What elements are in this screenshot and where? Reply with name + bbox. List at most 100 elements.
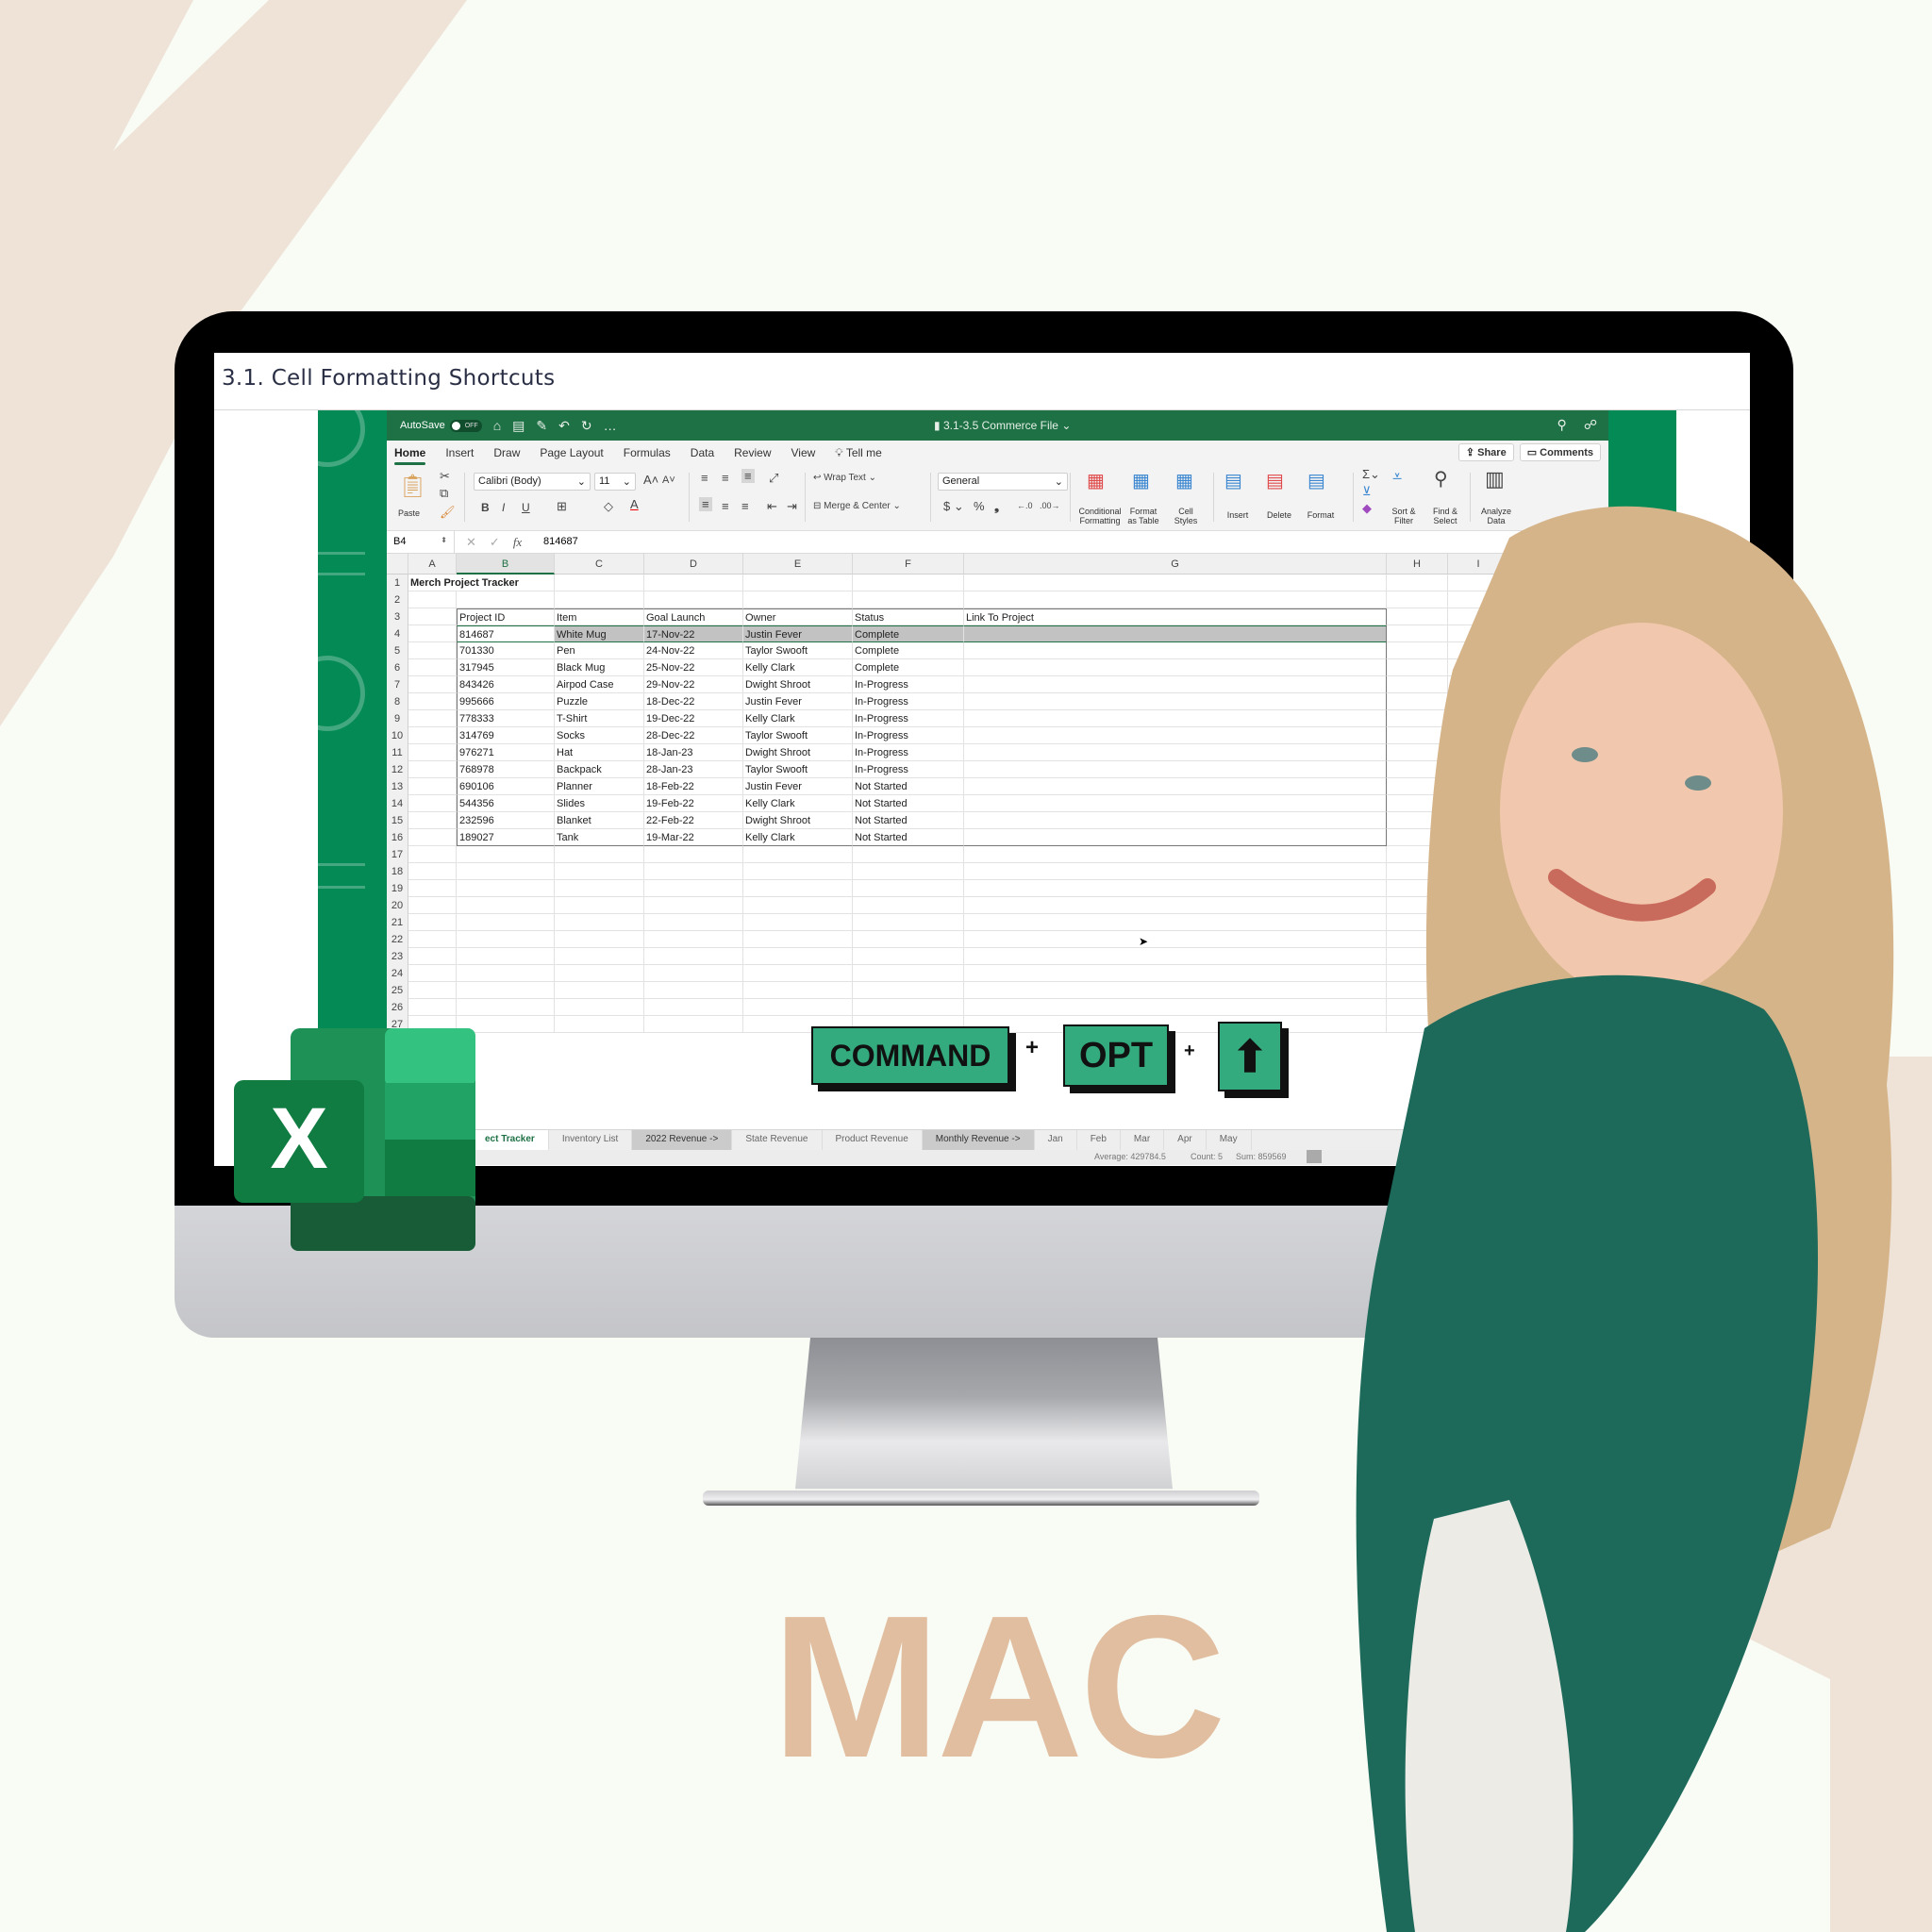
- cell[interactable]: 317945: [457, 659, 555, 676]
- fill-icon[interactable]: ⊻: [1362, 484, 1372, 499]
- cell[interactable]: [408, 625, 457, 642]
- comments-button[interactable]: ▭ Comments: [1519, 443, 1601, 461]
- row-header[interactable]: 22: [387, 931, 408, 948]
- cell[interactable]: 701330: [457, 642, 555, 659]
- increase-font-icon[interactable]: A˄: [643, 473, 658, 487]
- cell[interactable]: Taylor Swooft: [743, 761, 853, 778]
- borders-icon[interactable]: ⊞: [557, 499, 567, 514]
- comma-icon[interactable]: ❟: [994, 499, 999, 514]
- cell[interactable]: [644, 931, 743, 948]
- align-middle-icon[interactable]: ≡: [722, 471, 729, 485]
- increase-indent-icon[interactable]: ⇥: [787, 499, 797, 514]
- cell[interactable]: [644, 948, 743, 965]
- cell[interactable]: [408, 931, 457, 948]
- cell[interactable]: [457, 914, 555, 931]
- row-header[interactable]: 6: [387, 659, 408, 676]
- cell[interactable]: [408, 999, 457, 1016]
- format-painter-icon[interactable]: 🖌︎: [440, 505, 456, 520]
- cell[interactable]: T-Shirt: [555, 710, 644, 727]
- font-color-icon[interactable]: A: [630, 497, 639, 511]
- cell[interactable]: [457, 846, 555, 863]
- cell[interactable]: Black Mug: [555, 659, 644, 676]
- cell[interactable]: 544356: [457, 795, 555, 812]
- table-header[interactable]: Goal Launch: [644, 608, 743, 625]
- cell[interactable]: [457, 965, 555, 982]
- save-icon[interactable]: ▤: [512, 418, 525, 434]
- redo-icon[interactable]: ↻: [581, 418, 592, 434]
- cell[interactable]: Kelly Clark: [743, 795, 853, 812]
- cell[interactable]: [853, 982, 964, 999]
- align-right-icon[interactable]: ≡: [741, 499, 749, 513]
- cell[interactable]: [555, 863, 644, 880]
- select-all-corner[interactable]: [387, 554, 408, 575]
- cell[interactable]: [408, 948, 457, 965]
- cell[interactable]: Complete: [853, 642, 964, 659]
- cell[interactable]: In-Progress: [853, 693, 964, 710]
- cell[interactable]: [457, 897, 555, 914]
- cell[interactable]: [408, 710, 457, 727]
- enter-icon[interactable]: ✓: [490, 535, 500, 550]
- cell[interactable]: [555, 897, 644, 914]
- cell[interactable]: [408, 914, 457, 931]
- cell[interactable]: [743, 931, 853, 948]
- cell[interactable]: [408, 829, 457, 846]
- cell[interactable]: [457, 863, 555, 880]
- cell[interactable]: [555, 575, 644, 591]
- cell[interactable]: 843426: [457, 676, 555, 693]
- cell[interactable]: 189027: [457, 829, 555, 846]
- font-name-select[interactable]: Calibri (Body) ⌄: [474, 473, 591, 491]
- cell[interactable]: Justin Fever: [743, 693, 853, 710]
- cancel-icon[interactable]: ✕: [466, 535, 476, 550]
- tab-review[interactable]: Review: [734, 446, 771, 459]
- cell[interactable]: Slides: [555, 795, 644, 812]
- cell[interactable]: Backpack: [555, 761, 644, 778]
- cell[interactable]: [743, 880, 853, 897]
- cell[interactable]: [408, 812, 457, 829]
- cell[interactable]: 29-Nov-22: [644, 676, 743, 693]
- cell[interactable]: [853, 591, 964, 608]
- sheet-title[interactable]: Merch Project Tracker: [408, 575, 519, 591]
- align-bottom-icon[interactable]: ≡: [741, 469, 755, 483]
- autosave-toggle[interactable]: OFF: [449, 419, 482, 432]
- row-header[interactable]: 11: [387, 744, 408, 761]
- number-format-select[interactable]: General ⌄: [938, 473, 1068, 491]
- sheet-tab[interactable]: 2022 Revenue ->: [632, 1130, 733, 1150]
- cell[interactable]: [743, 863, 853, 880]
- cell[interactable]: [853, 999, 964, 1016]
- cell[interactable]: [555, 982, 644, 999]
- cell[interactable]: Taylor Swooft: [743, 727, 853, 744]
- cell[interactable]: Kelly Clark: [743, 829, 853, 846]
- fill-color-icon[interactable]: ◇: [604, 499, 613, 514]
- row-header[interactable]: 25: [387, 982, 408, 999]
- cell[interactable]: [408, 693, 457, 710]
- name-box[interactable]: B4 ⬍: [387, 531, 455, 554]
- cell[interactable]: In-Progress: [853, 676, 964, 693]
- format-as-table-icon[interactable]: ▦: [1132, 469, 1150, 492]
- row-header[interactable]: 26: [387, 999, 408, 1016]
- row-header[interactable]: 17: [387, 846, 408, 863]
- cell[interactable]: In-Progress: [853, 710, 964, 727]
- cell[interactable]: [644, 999, 743, 1016]
- row-header[interactable]: 8: [387, 693, 408, 710]
- increase-decimal-icon[interactable]: ←.0: [1017, 501, 1033, 510]
- cell[interactable]: 18-Feb-22: [644, 778, 743, 795]
- row-header[interactable]: 4: [387, 625, 408, 642]
- row-header[interactable]: 9: [387, 710, 408, 727]
- row-header[interactable]: 3: [387, 608, 408, 625]
- cell[interactable]: [555, 1016, 644, 1033]
- cell[interactable]: In-Progress: [853, 761, 964, 778]
- cell[interactable]: [853, 965, 964, 982]
- orientation-icon[interactable]: ⤢: [769, 471, 778, 486]
- cell[interactable]: [555, 999, 644, 1016]
- row-header[interactable]: 19: [387, 880, 408, 897]
- cell[interactable]: [743, 999, 853, 1016]
- cell[interactable]: [408, 744, 457, 761]
- cell[interactable]: [743, 591, 853, 608]
- cell[interactable]: 768978: [457, 761, 555, 778]
- align-left-icon[interactable]: ≡: [699, 497, 712, 511]
- cell[interactable]: [408, 965, 457, 982]
- cell[interactable]: [853, 846, 964, 863]
- cell[interactable]: [743, 846, 853, 863]
- cell-styles-icon[interactable]: ▦: [1175, 469, 1193, 492]
- cell[interactable]: [408, 727, 457, 744]
